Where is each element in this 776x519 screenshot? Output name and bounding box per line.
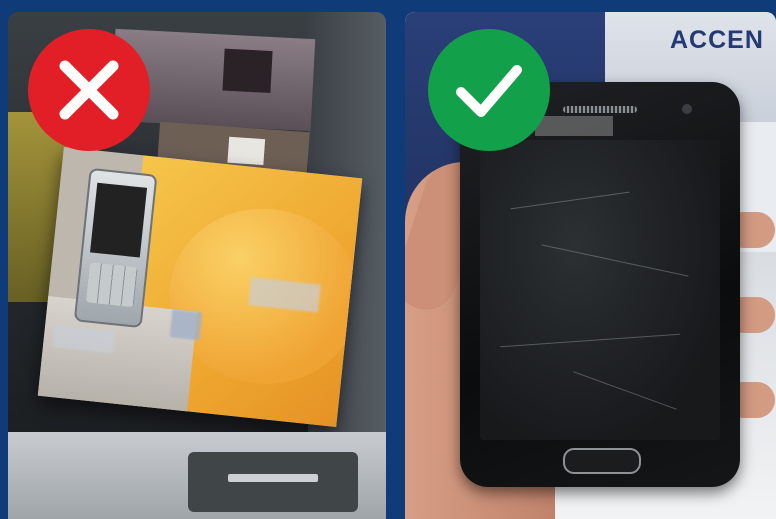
earpiece-speaker <box>563 106 637 113</box>
front-camera <box>682 104 692 114</box>
background-sign-text: ACCEN <box>670 26 764 54</box>
phone-screen <box>480 140 720 440</box>
x-mark-icon <box>28 29 150 151</box>
retail-phone-box <box>37 147 363 427</box>
home-button <box>563 448 641 474</box>
check-mark-icon <box>428 29 550 151</box>
blurred-sticker <box>169 309 203 341</box>
plastic-crate <box>8 432 386 519</box>
blurred-logo <box>535 116 613 136</box>
